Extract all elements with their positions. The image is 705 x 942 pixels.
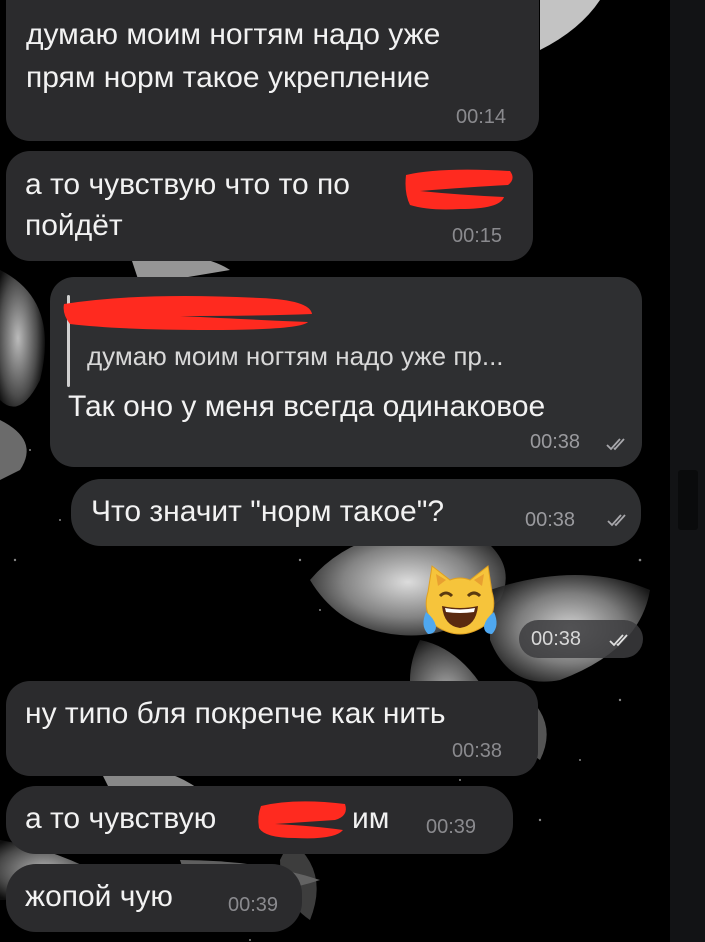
emoji-time-pill: 00:38	[519, 620, 643, 658]
double-check-icon	[607, 513, 629, 527]
message-time: 00:39	[426, 816, 477, 838]
message-text-line: а то чувствую что то по	[25, 168, 350, 201]
double-check-icon	[606, 437, 628, 451]
message-text: Так оно у меня всегда одинаковое	[68, 390, 546, 423]
redaction-scribble	[405, 169, 513, 210]
crying-laughing-cat-emoji[interactable]	[418, 562, 502, 642]
message-bubble-incoming[interactable]: думаю моим ногтям надо уже прям норм так…	[6, 0, 539, 141]
message-text: ну типо бля покрепче как нить	[25, 697, 446, 730]
message-text: Что значит "норм такое"?	[91, 495, 445, 528]
message-time: 00:15	[452, 225, 503, 247]
scroll-thumb[interactable]	[678, 470, 698, 530]
message-time: 00:14	[456, 106, 507, 128]
double-check-icon	[609, 633, 631, 647]
message-time: 00:38	[530, 431, 581, 453]
message-bubble-incoming[interactable]: ну типо бля покрепче как нить 00:38	[6, 681, 538, 776]
message-text-part: а то чувствую	[25, 802, 217, 835]
reply-quote-text: думаю моим ногтям надо уже пр...	[87, 341, 504, 371]
message-text-line: пойдёт	[25, 209, 123, 242]
redaction-scribble	[258, 801, 346, 839]
message-bubble-outgoing[interactable]: Что значит "норм такое"? 00:38	[71, 479, 641, 546]
message-text-part: им	[352, 802, 390, 835]
message-bubble-incoming[interactable]: жопой чую 00:39	[6, 864, 302, 932]
message-text: жопой чую	[25, 880, 173, 913]
message-time: 00:38	[525, 509, 576, 531]
message-time: 00:39	[228, 894, 279, 916]
scrollbar-area[interactable]	[670, 0, 705, 942]
message-text-line: прям норм такое укрепление	[26, 61, 430, 94]
message-time: 00:38	[452, 740, 503, 762]
message-time: 00:38	[531, 628, 582, 650]
message-text-line: думаю моим ногтям надо уже	[26, 18, 441, 51]
redaction-scribble	[63, 296, 312, 330]
